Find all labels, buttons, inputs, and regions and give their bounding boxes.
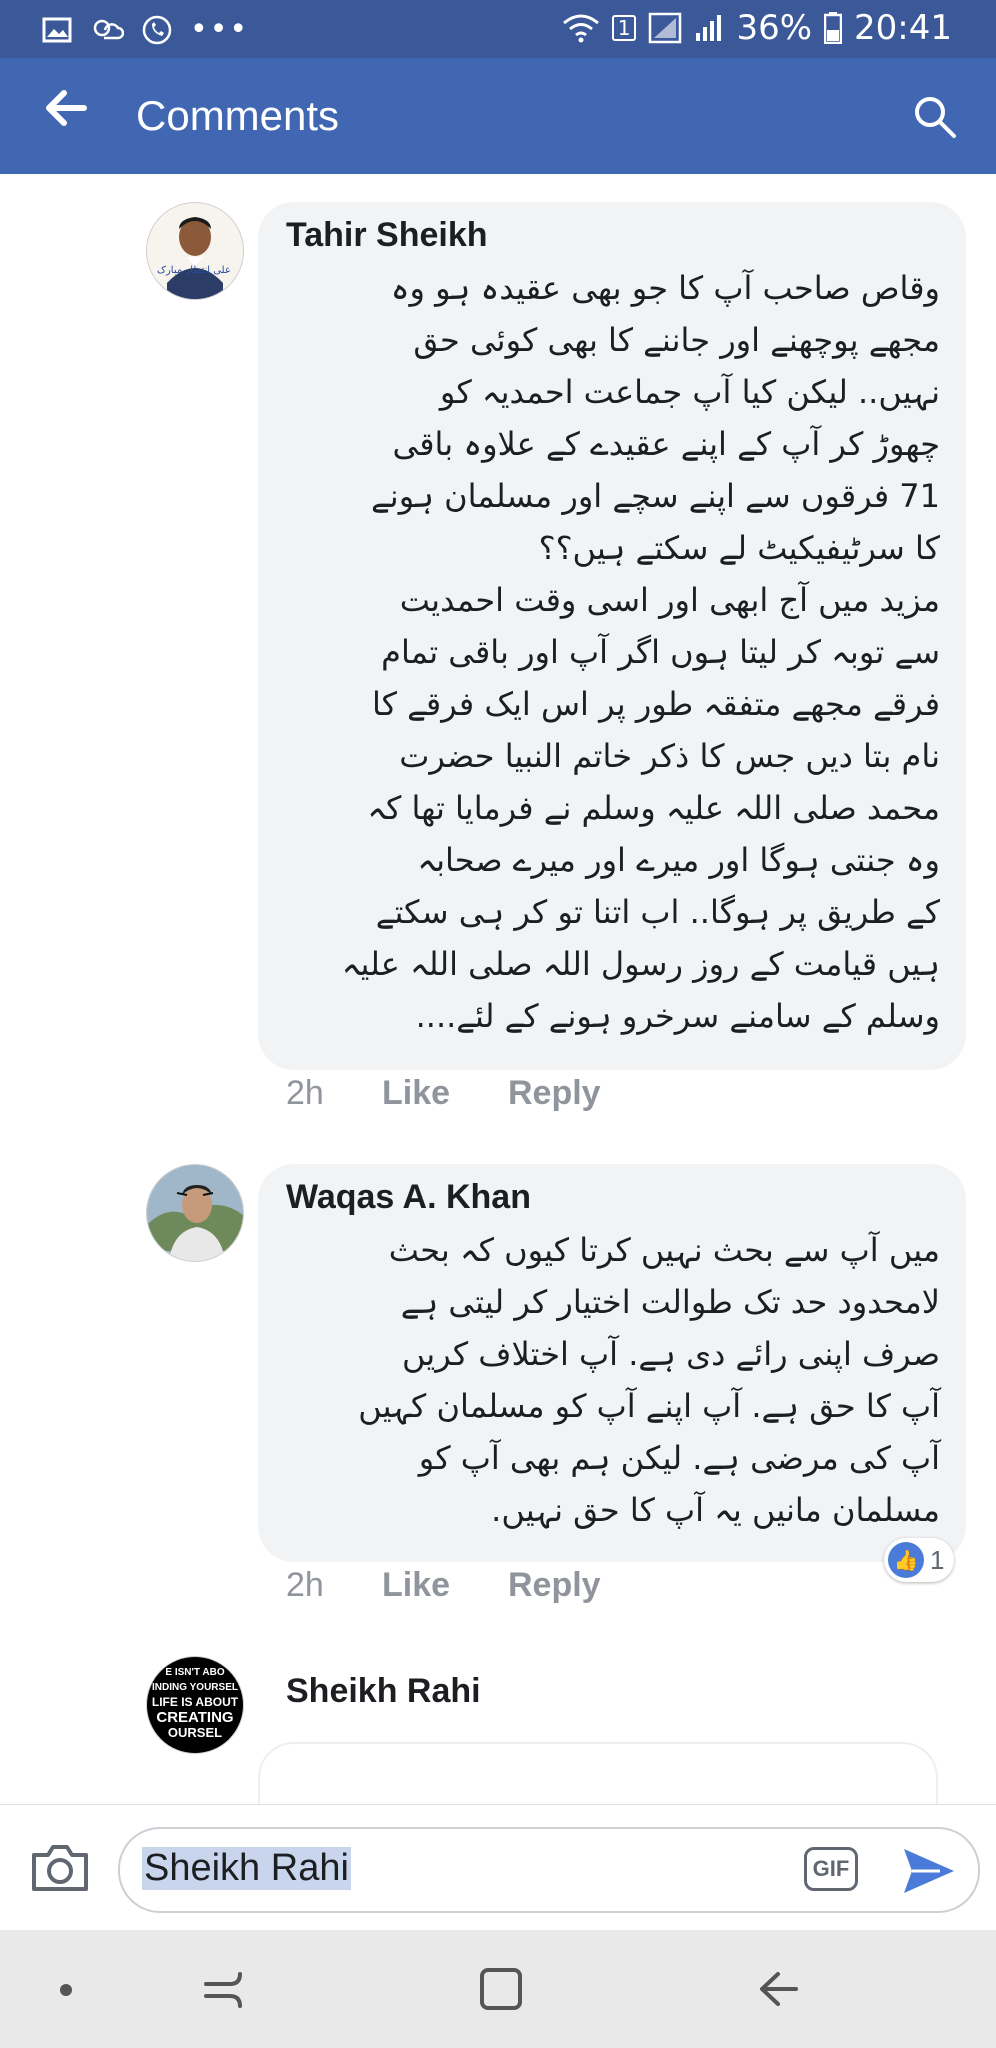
phone-icon [142, 15, 172, 44]
comment-time: 2h [286, 1074, 324, 1112]
comment-line: مجھے پوچھنے اور جاننے کا بھی کوئی حق [413, 321, 940, 359]
comment-line: وقاص صاحب آپ کا جو بھی عقیدہ ہو وہ [390, 269, 940, 307]
system-nav-bar [0, 1930, 996, 2048]
signal-box-icon [649, 12, 682, 44]
avatar-quote-line: LIFE IS ABOUT [151, 1695, 239, 1709]
image-icon [42, 17, 72, 42]
comment-line: آپ کی مرضی ہے. لیکن ہم بھی آپ کو [418, 1439, 940, 1477]
comment-line: صرف اپنی رائے دی ہے. آپ اختلاف کریں [401, 1335, 940, 1373]
reply-button[interactable]: Reply [508, 1074, 601, 1113]
dot-icon[interactable] [58, 1982, 74, 1998]
clock: 20:41 [854, 8, 952, 48]
avatar-image [147, 203, 243, 299]
avatar[interactable] [146, 1164, 244, 1262]
comment-line: کے طریق پر ہوگا.. اب اتنا تو کر ہی سکتے [375, 893, 940, 931]
comment-input-value[interactable]: Sheikh Rahi [142, 1847, 351, 1890]
camera-icon[interactable] [28, 1841, 92, 1895]
reaction-count: 1 [930, 1544, 945, 1575]
signal-bars-icon [696, 15, 722, 41]
like-button[interactable]: Like [382, 1074, 450, 1113]
avatar[interactable]: E ISN'T ABO INDING YOURSEL LIFE IS ABOUT… [146, 1656, 244, 1754]
weather-icon [93, 19, 124, 39]
avatar-quote-line: OURSEL [167, 1725, 223, 1740]
comment-line: مسلمان مانیں یہ آپ کا حق نہیں. [491, 1491, 940, 1529]
comment-line: کا سرٹیفیکیٹ لے سکتے ہیں؟؟ [538, 529, 940, 567]
status-right: 1 36% 20:41 [562, 8, 952, 48]
comment-line: نام بتا دیں جس کا ذکر خاتم النبیا حضرت [399, 737, 940, 775]
reaction-counter[interactable]: 👍 1 [884, 1538, 955, 1582]
comment-line: سے توبہ کر لیتا ہوں اگر آپ اور باقی تمام [381, 633, 940, 671]
comments-list[interactable]: علی انتظار مبارک Tahir Sheikh وقاص صاحب … [0, 174, 996, 1804]
status-left-icons: ••• [42, 12, 249, 47]
recent-apps-icon[interactable] [200, 1966, 246, 2012]
comment-line: فرقے مجھے متفقہ طور پر اس ایک فرقے کا [372, 685, 940, 723]
comment-input[interactable]: Sheikh Rahi GIF [118, 1827, 980, 1913]
send-icon[interactable] [900, 1845, 956, 1897]
comment-bubble[interactable] [258, 1742, 938, 1804]
comment-author[interactable]: Waqas A. Khan [286, 1178, 531, 1217]
avatar-quote-line: CREATING [156, 1709, 234, 1726]
battery-percent: 36% [736, 8, 813, 48]
comment-time: 2h [286, 1566, 324, 1604]
thumbs-up-icon: 👍 [888, 1542, 924, 1578]
avatar-quote: E ISN'T ABO INDING YOURSEL LIFE IS ABOUT… [147, 1665, 243, 1740]
home-icon[interactable] [478, 1966, 524, 2012]
comment-line: وسلم کے سامنے سرخرو ہونے کے لئے.... [415, 997, 940, 1035]
avatar[interactable]: علی انتظار مبارک [146, 202, 244, 300]
sim-badge: 1 [611, 15, 637, 41]
status-bar: ••• 1 36% 20:41 [0, 0, 996, 58]
comment-text: میں آپ سے بحث نہیں کرتا کیوں کہ بحث لامح… [290, 1224, 940, 1536]
reply-button[interactable]: Reply [508, 1566, 601, 1605]
avatar-quote-line: E ISN'T ABO [165, 1667, 225, 1678]
comment-line: میں آپ سے بحث نہیں کرتا کیوں کہ بحث [388, 1231, 940, 1269]
comment-line: نہیں.. لیکن کیا آپ جماعت احمدیہ کو [439, 373, 940, 411]
battery-icon [824, 12, 843, 44]
comment-author[interactable]: Sheikh Rahi [286, 1672, 481, 1711]
avatar-caption: علی انتظار مبارک [157, 265, 231, 276]
comment-line: وہ جنتی ہوگا اور میرے اور میرے صحابہ [417, 841, 940, 879]
arrow-left-icon[interactable] [44, 88, 88, 128]
comment-line: ہیں قیامت کے روز رسول اللہ صلی اللہ علیہ [341, 945, 940, 983]
gif-button[interactable]: GIF [804, 1847, 858, 1891]
comment-line: لامحدود حد تک طوالت اختیار کر لیتی ہے [400, 1283, 940, 1321]
comment-line: 71 فرقوں سے اپنے سچے اور مسلمان ہونے [371, 477, 940, 515]
avatar-image [147, 1165, 243, 1261]
app-bar: Comments [0, 58, 996, 174]
comment-line: آپ کا حق ہے. آپ اپنے آپ کو مسلمان کہیں [358, 1387, 940, 1425]
comment-composer: Sheikh Rahi GIF [0, 1804, 996, 1931]
like-button[interactable]: Like [382, 1566, 450, 1605]
wifi-icon [562, 14, 599, 43]
search-icon[interactable] [910, 92, 958, 140]
page-title: Comments [136, 92, 340, 139]
comment-line: محمد صلی اللہ علیہ وسلم نے فرمایا تھا کہ [367, 789, 940, 827]
comment-line: مزید میں آج ابھی اور اسی وقت احمدیت [399, 581, 940, 619]
avatar-quote-line: INDING YOURSEL [152, 1682, 238, 1693]
back-nav-icon[interactable] [756, 1966, 802, 2012]
comment-text: وقاص صاحب آپ کا جو بھی عقیدہ ہو وہ مجھے … [290, 262, 940, 1042]
comment-line: چھوڑ کر آپ کے اپنے عقیدے کے علاوہ باقی [392, 425, 940, 463]
comment-author[interactable]: Tahir Sheikh [286, 216, 488, 255]
more-dots-icon: ••• [190, 12, 250, 47]
